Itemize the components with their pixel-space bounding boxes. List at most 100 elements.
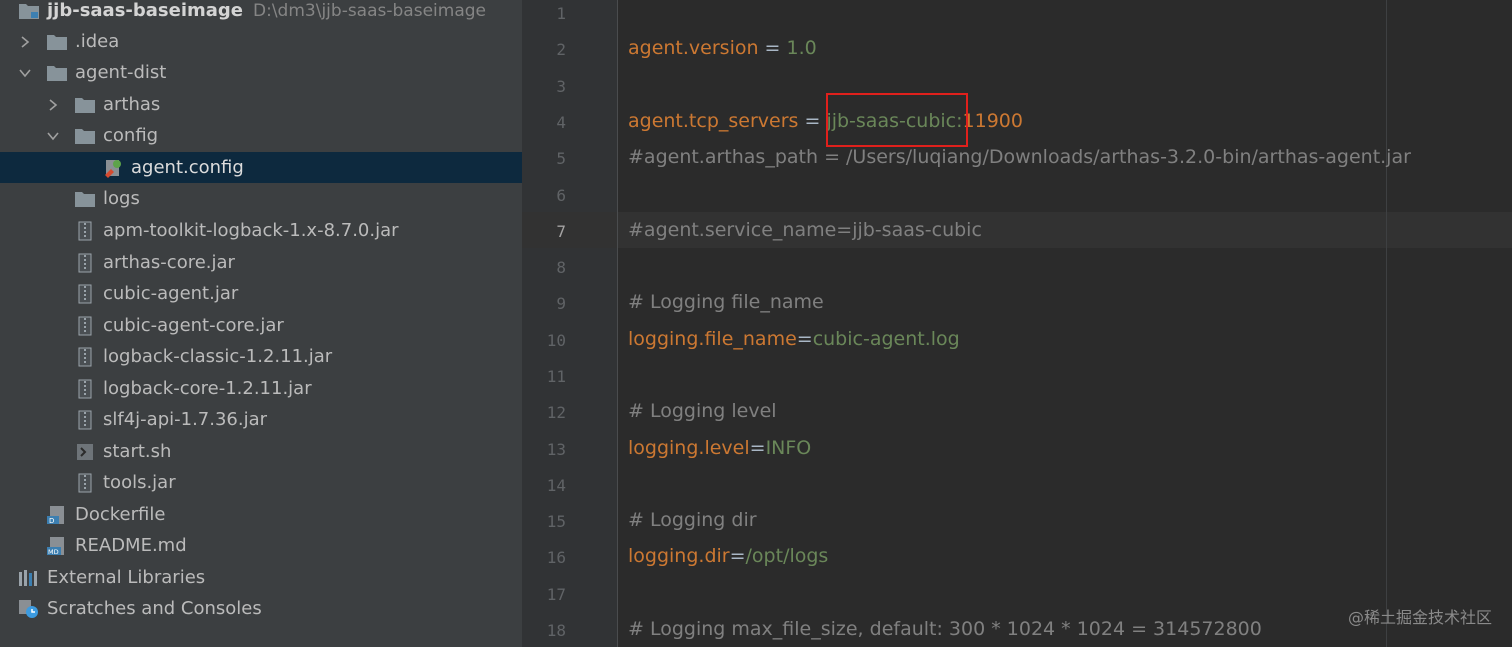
- tree-item-label: apm-toolkit-logback-1.x-8.7.0.jar: [103, 220, 399, 241]
- code-line-12-comment[interactable]: # Logging level: [628, 400, 777, 422]
- tree-item-label: logback-classic-1.2.11.jar: [103, 346, 333, 367]
- tree-item-label: Dockerfile: [75, 504, 166, 525]
- property-value: INFO: [765, 437, 812, 459]
- line-number: 1: [556, 4, 566, 23]
- root-name: jjb-saas-baseimage: [47, 0, 244, 21]
- tree-item-arthas[interactable]: arthas: [0, 89, 522, 120]
- jar-icon: [74, 473, 96, 493]
- tree-item-label: .idea: [75, 31, 120, 52]
- folder-icon: [74, 126, 96, 146]
- tree-item-label: arthas-core.jar: [103, 252, 235, 273]
- tree-item-label: Scratches and Consoles: [47, 598, 262, 619]
- code-line-13[interactable]: logging.level=INFO: [628, 437, 811, 459]
- line-number: 11: [546, 367, 566, 386]
- tree-item-readme[interactable]: MD README.md: [0, 530, 522, 561]
- code-line-16[interactable]: logging.dir=/opt/logs: [628, 545, 828, 567]
- tree-item-label: cubic-agent-core.jar: [103, 315, 284, 336]
- chevron-right-icon[interactable]: [18, 34, 32, 50]
- svg-text:MD: MD: [48, 548, 59, 556]
- tree-item-config[interactable]: config: [0, 120, 522, 151]
- tree-item-label: arthas: [103, 94, 161, 115]
- chevron-right-icon[interactable]: [46, 97, 60, 113]
- line-number: 6: [556, 186, 566, 205]
- libraries-icon: [18, 568, 40, 588]
- highlight-box: [826, 93, 968, 147]
- tree-item-jar[interactable]: logback-classic-1.2.11.jar: [0, 341, 522, 372]
- code-line-10[interactable]: logging.file_name=cubic-agent.log: [628, 328, 960, 350]
- equals: =: [796, 328, 813, 350]
- tree-item-label: logs: [103, 188, 140, 209]
- svg-text:D: D: [49, 517, 54, 525]
- module-folder-icon: [18, 1, 40, 21]
- scratches-icon: [18, 599, 40, 619]
- tree-item-start-sh[interactable]: start.sh: [0, 436, 522, 467]
- tree-item-jar[interactable]: tools.jar: [0, 467, 522, 498]
- tree-item-jar[interactable]: slf4j-api-1.7.36.jar: [0, 404, 522, 435]
- tree-item-label: start.sh: [103, 441, 172, 462]
- line-number: 8: [556, 258, 566, 277]
- tree-item-jar[interactable]: apm-toolkit-logback-1.x-8.7.0.jar: [0, 215, 522, 246]
- equals: =: [758, 37, 787, 59]
- tree-item-label: cubic-agent.jar: [103, 283, 239, 304]
- line-number: 4: [556, 113, 566, 132]
- tree-item-jar[interactable]: cubic-agent-core.jar: [0, 310, 522, 341]
- code-line-5-comment[interactable]: #agent.arthas_path = /Users/luqiang/Down…: [628, 146, 1411, 168]
- tree-item-label: External Libraries: [47, 567, 206, 588]
- property-key: agent.tcp_servers: [628, 110, 799, 132]
- markdown-file-icon: MD: [46, 536, 68, 556]
- tree-item-label: slf4j-api-1.7.36.jar: [103, 409, 268, 430]
- line-number: 9: [556, 294, 566, 313]
- line-number: 17: [546, 585, 566, 604]
- tree-item-agent-dist[interactable]: agent-dist: [0, 57, 522, 88]
- code-line-2[interactable]: agent.version = 1.0: [628, 37, 817, 59]
- property-key: logging.level: [628, 437, 750, 459]
- tree-item-jar[interactable]: cubic-agent.jar: [0, 278, 522, 309]
- jar-icon: [74, 221, 96, 241]
- tree-item-dockerfile[interactable]: D Dockerfile: [0, 499, 522, 530]
- tree-item-label: tools.jar: [103, 472, 176, 493]
- tree-item-label: logback-core-1.2.11.jar: [103, 378, 312, 399]
- tree-item-label: config: [103, 125, 159, 146]
- line-number: 10: [546, 331, 566, 350]
- jar-icon: [74, 347, 96, 367]
- tree-root[interactable]: jjb-saas-baseimage D:\dm3\jjb-saas-basei…: [0, 0, 522, 26]
- code-line-18-comment[interactable]: # Logging max_file_size, default: 300 * …: [628, 618, 1262, 640]
- tree-item-jar[interactable]: arthas-core.jar: [0, 247, 522, 278]
- line-number: 12: [546, 403, 566, 422]
- jar-icon: [74, 316, 96, 336]
- tree-item-logs[interactable]: logs: [0, 183, 522, 214]
- code-line-7-comment[interactable]: #agent.service_name=jjb-saas-cubic: [628, 219, 982, 241]
- property-value-port: 11900: [962, 110, 1023, 132]
- tree-item-external-libraries[interactable]: External Libraries: [0, 562, 522, 593]
- jar-icon: [74, 253, 96, 273]
- folder-icon: [74, 189, 96, 209]
- property-key: logging.dir: [628, 545, 730, 567]
- tree-item-label: README.md: [75, 535, 187, 556]
- property-key: agent.version: [628, 37, 759, 59]
- tree-item-label: agent.config: [131, 157, 244, 178]
- line-number: 5: [556, 149, 566, 168]
- tree-item-idea[interactable]: .idea: [0, 26, 522, 57]
- code-line-15-comment[interactable]: # Logging dir: [628, 509, 757, 531]
- chevron-down-icon[interactable]: [46, 128, 60, 144]
- right-margin-guide: [1386, 0, 1387, 647]
- code-line-9-comment[interactable]: # Logging file_name: [628, 291, 824, 313]
- tree-item-scratches[interactable]: Scratches and Consoles: [0, 593, 522, 624]
- line-number: 3: [556, 77, 566, 96]
- folder-icon: [46, 63, 68, 83]
- chevron-down-icon[interactable]: [18, 65, 32, 81]
- equals: =: [749, 437, 766, 459]
- line-number: 16: [546, 548, 566, 567]
- equals: =: [798, 110, 827, 132]
- property-key: logging.file_name: [628, 328, 797, 350]
- jar-icon: [74, 410, 96, 430]
- shell-script-icon: [74, 442, 96, 462]
- tree-item-jar[interactable]: logback-core-1.2.11.jar: [0, 373, 522, 404]
- gutter-divider: [617, 0, 618, 647]
- jar-icon: [74, 379, 96, 399]
- property-value: /opt/logs: [745, 545, 829, 567]
- root-path: D:\dm3\jjb-saas-baseimage: [253, 0, 486, 21]
- config-file-icon: [102, 158, 124, 178]
- tree-item-agent-config[interactable]: agent.config: [0, 152, 522, 183]
- docker-file-icon: D: [46, 505, 68, 525]
